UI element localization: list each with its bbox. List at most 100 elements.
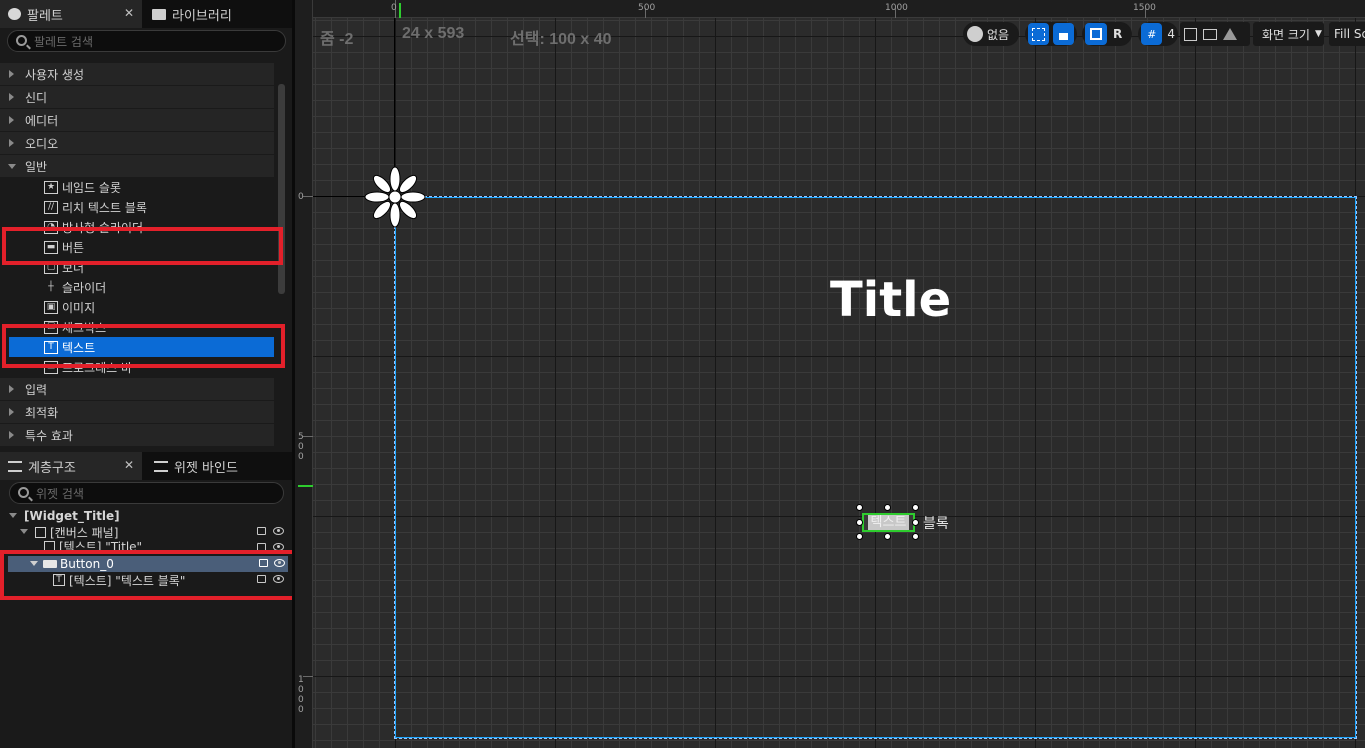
hierarchy-canvas-panel[interactable]: [캔버스 패널]	[0, 524, 292, 540]
chevron-down-icon: ▼	[1314, 29, 1322, 39]
hierarchy-label: [Widget_Title]	[24, 509, 120, 523]
highlight-box-hierarchy-button	[0, 550, 296, 600]
ruler-label-1000: 1000	[885, 3, 908, 13]
palette-item-image[interactable]: ▣ 이미지	[44, 297, 95, 317]
category-audio[interactable]: 오디오	[0, 132, 274, 154]
named-slot-icon: ★	[44, 180, 58, 194]
palette-tabbar: 팔레트 ✕ 라이브러리	[0, 0, 292, 28]
tab-library-label: 라이브러리	[172, 8, 232, 24]
image-icon[interactable]	[1203, 28, 1217, 40]
palette-item-named-slot[interactable]: ★ 네임드 슬롯	[44, 177, 121, 197]
close-icon[interactable]: ✕	[124, 458, 134, 472]
ruler-label-500: 500	[298, 432, 304, 462]
ruler-left: 0 500 1000	[295, 0, 313, 748]
canvas-title-text[interactable]: Title	[830, 272, 951, 328]
layout-icon[interactable]	[1085, 23, 1107, 45]
dashed-outline-icon[interactable]	[1028, 23, 1049, 45]
resize-handle[interactable]	[912, 519, 919, 526]
palette-search-input[interactable]: 팔레트 검색	[7, 30, 286, 52]
ruler-label-1000: 1000	[298, 675, 304, 715]
highlight-box-text	[2, 324, 285, 368]
hierarchy-tabbar: 계층구조 ✕ 위젯 바인드	[0, 452, 292, 480]
close-icon[interactable]: ✕	[124, 6, 134, 20]
localization-label: 없음	[987, 27, 1010, 42]
ruler-label-1500: 1500	[1133, 3, 1156, 13]
left-panel: 팔레트 ✕ 라이브러리 팔레트 검색 사용자 생성 신디 에디터 오디오 일반 …	[0, 0, 296, 748]
category-editor[interactable]: 에디터	[0, 109, 274, 131]
ruler-cursor-marker	[298, 485, 313, 487]
lock-icon[interactable]	[257, 527, 266, 535]
palette-item-slider[interactable]: ┼ 슬라이더	[44, 277, 106, 297]
r-toggle[interactable]: R	[1113, 27, 1122, 41]
designer-viewport[interactable]: 0 500 1000 1500 0 500 1000 줌 -2 24 x 593…	[295, 0, 1365, 748]
ruler-label-0: 0	[298, 192, 304, 202]
respect-locks-group: R	[1082, 22, 1132, 46]
category-label: 최적화	[25, 405, 59, 420]
grid-icon[interactable]: #	[1141, 23, 1163, 45]
collapse-arrow-icon	[9, 513, 17, 518]
tab-library[interactable]: 라이브러리	[144, 0, 292, 28]
expand-arrow-icon	[9, 93, 14, 101]
hierarchy-root[interactable]: [Widget_Title]	[0, 508, 292, 524]
eye-icon[interactable]	[273, 527, 284, 535]
snap-toggle-group	[1025, 22, 1077, 46]
screen-size-label: 화면 크기	[1262, 27, 1310, 42]
category-general[interactable]: 일반	[0, 155, 274, 177]
cursor-size-readout: 24 x 593	[402, 25, 465, 42]
palette-item-label: 리치 텍스트 블록	[62, 200, 147, 215]
hierarchy-label: [캔버스 패널]	[50, 525, 119, 540]
tab-hierarchy-label: 계층구조	[28, 460, 76, 476]
fill-screen-dropdown[interactable]: Fill Sc	[1329, 22, 1365, 46]
resize-handle[interactable]	[912, 504, 919, 511]
slider-icon: ┼	[48, 281, 54, 292]
ruler-label-0: 0	[391, 3, 397, 13]
tab-palette-label: 팔레트	[27, 8, 63, 24]
expand-arrow-icon	[9, 70, 14, 78]
category-label: 사용자 생성	[25, 67, 85, 82]
button-text-overflow: 블록	[923, 516, 949, 532]
collapse-arrow-icon	[8, 164, 16, 169]
ruler-cursor-marker	[399, 3, 401, 18]
resize-handle[interactable]	[856, 519, 863, 526]
category-user-created[interactable]: 사용자 생성	[0, 63, 274, 85]
tab-palette[interactable]: 팔레트 ✕	[0, 0, 142, 28]
category-input[interactable]: 입력	[0, 378, 274, 400]
expand-arrow-icon	[9, 408, 14, 416]
view-options-group	[1180, 22, 1250, 46]
lock-icon[interactable]	[1053, 23, 1074, 45]
resize-handle[interactable]	[912, 533, 919, 540]
category-special-effects[interactable]: 특수 효과	[0, 424, 274, 446]
list-icon	[154, 460, 168, 472]
palette-item-rich-text-block[interactable]: // 리치 텍스트 블록	[44, 197, 147, 217]
resize-handle[interactable]	[856, 533, 863, 540]
selection-size-readout: 선택: 100 x 40	[510, 31, 612, 48]
category-label: 오디오	[25, 136, 59, 151]
resize-handle[interactable]	[884, 533, 891, 540]
expand-arrow-icon	[9, 385, 14, 393]
localization-preview-button[interactable]: 없음	[963, 22, 1019, 46]
anchor-icon[interactable]	[363, 165, 427, 229]
category-label: 특수 효과	[25, 428, 73, 443]
collapse-arrow-icon	[20, 529, 28, 534]
expand-arrow-icon	[9, 139, 14, 147]
mirror-icon[interactable]	[1223, 28, 1237, 40]
category-synth[interactable]: 신디	[0, 86, 274, 108]
fill-screen-label: Fill Sc	[1334, 27, 1365, 41]
widget-search-placeholder: 위젯 검색	[36, 486, 84, 501]
globe-icon	[967, 26, 983, 42]
category-optimization[interactable]: 최적화	[0, 401, 274, 423]
resize-handle[interactable]	[884, 504, 891, 511]
tab-hierarchy[interactable]: 계층구조 ✕	[0, 452, 142, 480]
resize-handle[interactable]	[856, 504, 863, 511]
folder-icon	[152, 8, 166, 20]
grid-snap-value[interactable]: 4	[1167, 27, 1175, 41]
tab-widget-bindings[interactable]: 위젯 바인드	[146, 452, 292, 480]
screen-size-dropdown[interactable]: 화면 크기 ▼	[1253, 22, 1324, 46]
widget-search-input[interactable]: 위젯 검색	[9, 482, 284, 504]
list-icon	[8, 460, 22, 472]
select-frame-icon[interactable]	[1184, 27, 1197, 41]
palette-item-label: 네임드 슬롯	[62, 180, 122, 195]
canvas-button-widget[interactable]: 텍스트	[862, 513, 915, 532]
palette-icon	[8, 8, 21, 20]
category-label: 입력	[25, 382, 48, 397]
